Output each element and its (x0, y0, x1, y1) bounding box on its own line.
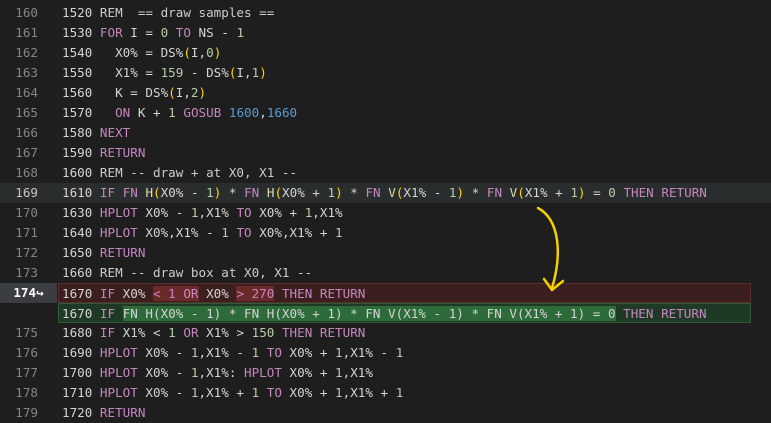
curved-arrow-annotation (536, 206, 565, 292)
code-editor[interactable]: 160 1520 REM == draw samples == 161 1530 FO… (0, 0, 771, 420)
arrow-shaft (536, 206, 559, 290)
